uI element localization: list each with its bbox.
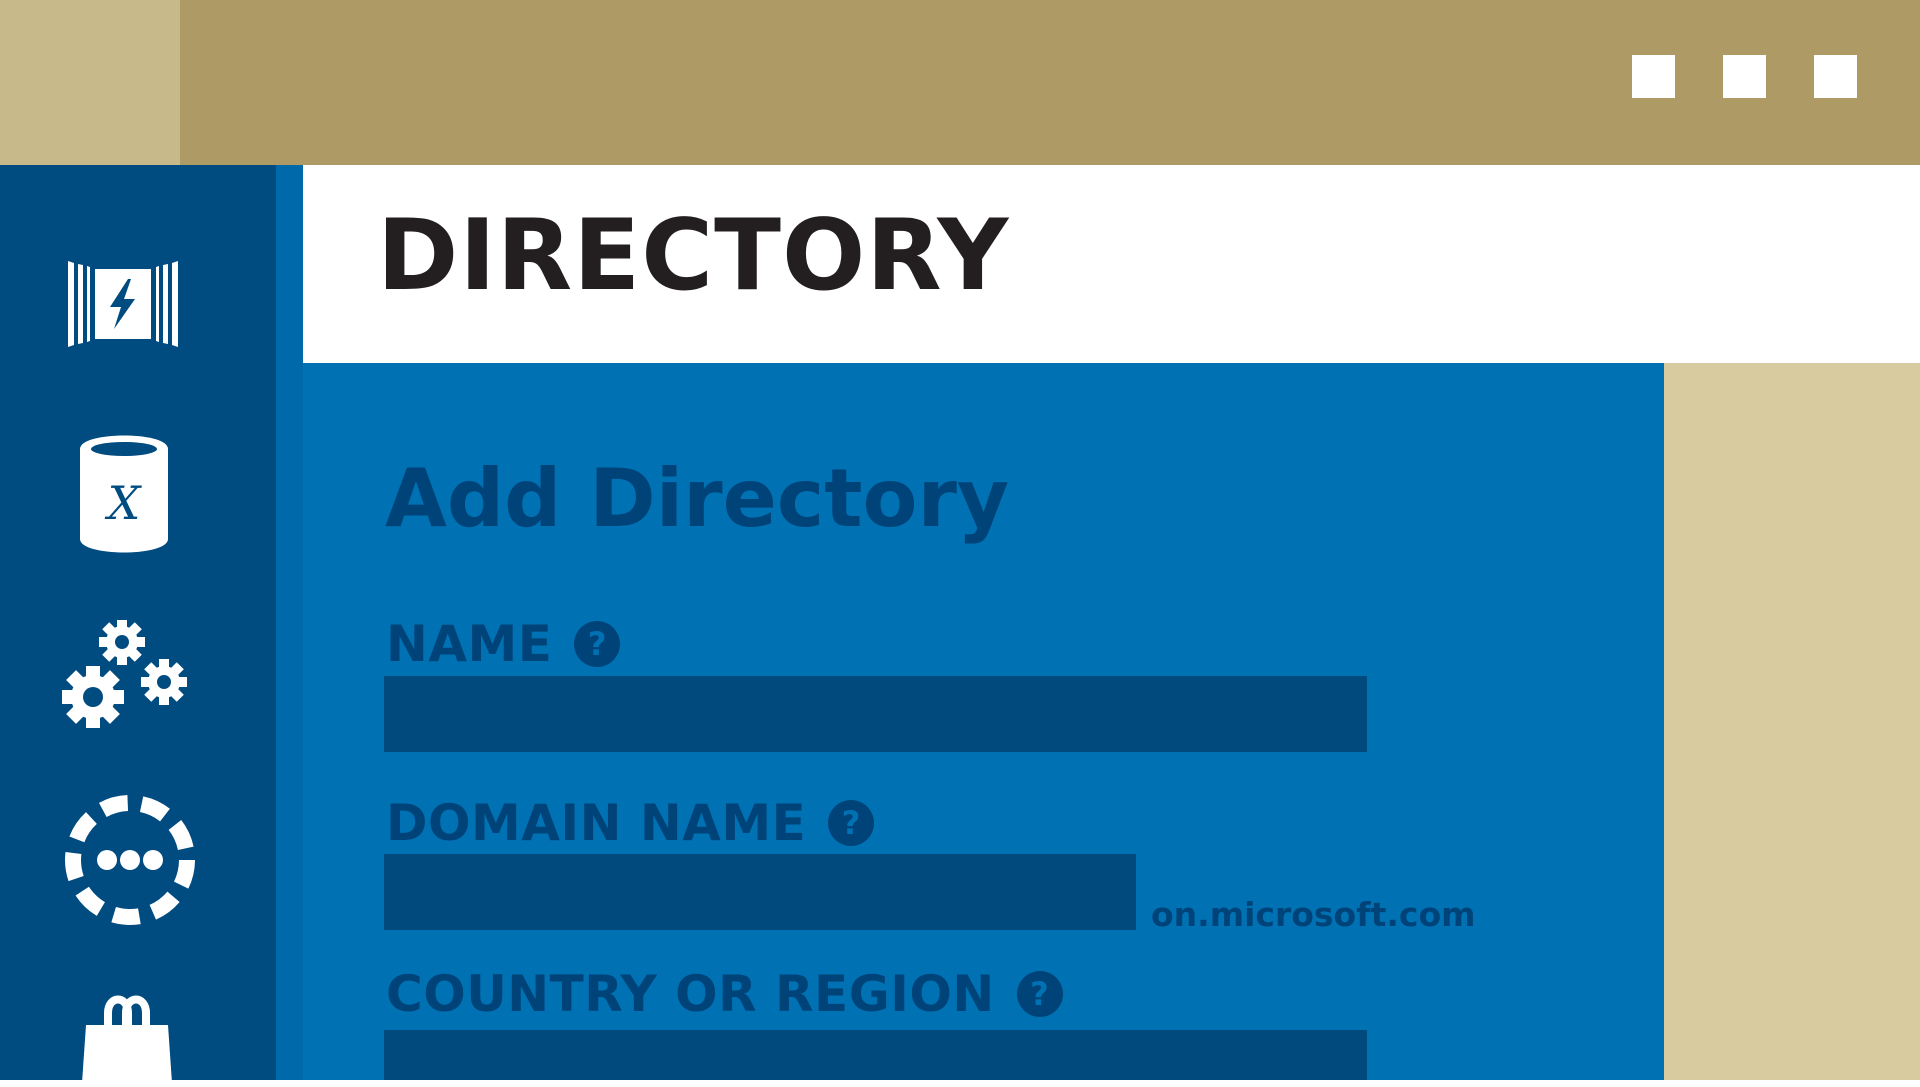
more-services-icon[interactable] (63, 793, 197, 927)
domain-name-help-icon[interactable]: ? (828, 799, 875, 846)
app-service-icon[interactable] (68, 261, 178, 347)
domain-name-input[interactable] (384, 854, 1136, 930)
country-region-label-text: COUNTRY OR REGION (386, 965, 995, 1023)
country-region-field-label: COUNTRY OR REGION? (386, 969, 1063, 1021)
title-bar (180, 0, 1920, 165)
name-input[interactable] (384, 676, 1367, 752)
country-region-select[interactable] (384, 1030, 1367, 1080)
name-label-text: NAME (386, 615, 553, 673)
name-help-icon[interactable]: ? (574, 620, 621, 667)
page-header: DIRECTORY (303, 165, 1920, 363)
sql-database-icon[interactable]: X (80, 435, 168, 553)
gears-icon[interactable] (60, 619, 190, 730)
page-title: DIRECTORY (377, 199, 1010, 313)
name-field-label: NAME? (386, 619, 621, 671)
topbar-left-block (0, 0, 180, 165)
window-button-2[interactable] (1723, 55, 1766, 98)
window-button-1[interactable] (1632, 55, 1675, 98)
add-directory-panel: Add Directory NAME? DOMAIN NAME? on.micr… (303, 363, 1664, 1080)
right-decorative-strip (1664, 363, 1920, 1080)
sql-glyph: X (105, 476, 143, 530)
sidebar-divider (276, 165, 303, 1080)
domain-suffix-label: on.microsoft.com (1151, 895, 1476, 934)
form-title: Add Directory (385, 452, 1010, 545)
domain-name-field-label: DOMAIN NAME? (386, 798, 875, 850)
domain-name-label-text: DOMAIN NAME (386, 794, 807, 852)
sidebar: X (0, 165, 276, 1083)
country-region-help-icon[interactable]: ? (1016, 970, 1063, 1017)
window-button-3[interactable] (1814, 55, 1857, 98)
marketplace-bag-icon[interactable] (78, 993, 176, 1083)
